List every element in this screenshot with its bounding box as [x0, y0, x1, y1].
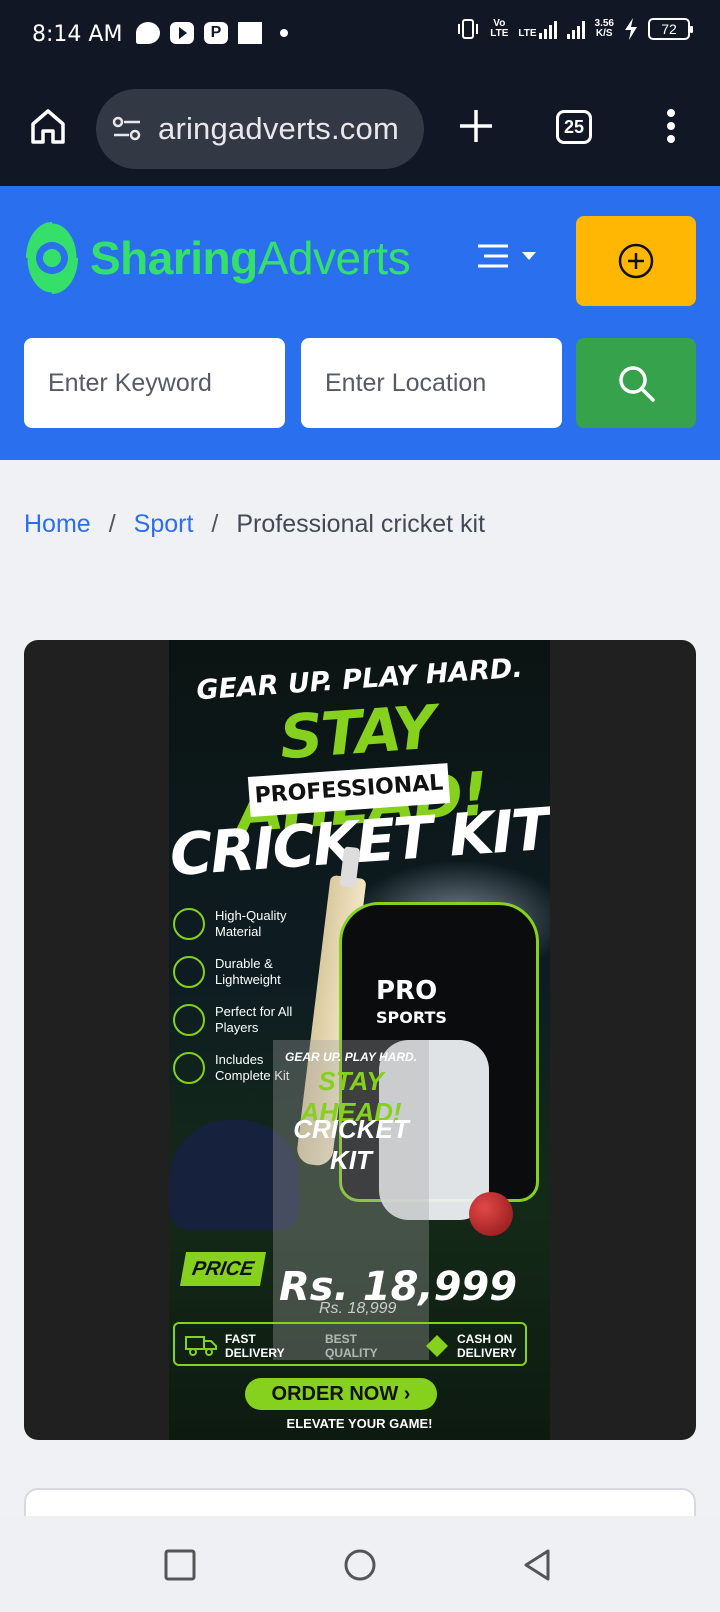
- square-notification-icon: [238, 22, 262, 44]
- players-icon: [173, 1004, 205, 1036]
- recent-apps-icon[interactable]: [163, 1548, 197, 1582]
- status-bar: 8:14 AM P Vo LTE LTE 3.56 K/S 72: [0, 0, 720, 72]
- durable-icon: [173, 956, 205, 988]
- poster-price: Rs. 18,999: [279, 1264, 518, 1310]
- best-quality-text: BEST QUALITY: [325, 1332, 378, 1360]
- chat-notification-icon: [136, 22, 160, 44]
- site-logo[interactable]: SharingAdverts: [24, 220, 411, 296]
- site-header: SharingAdverts: [0, 186, 720, 460]
- url-text: aringadverts.com: [158, 111, 399, 146]
- feature-item: Perfect for All Players: [173, 1004, 305, 1036]
- delivery-info-bar: FAST DELIVERY BEST QUALITY CASH ON DELIV…: [173, 1322, 527, 1366]
- browser-toolbar: aringadverts.com 25: [0, 72, 720, 186]
- signal-strength-icon: [566, 19, 585, 39]
- breadcrumb-separator: /: [211, 510, 219, 538]
- more-options-icon[interactable]: [664, 108, 678, 144]
- feature-item: High-Quality Material: [173, 908, 305, 940]
- system-status: Vo LTE LTE 3.56 K/S 72: [456, 18, 693, 40]
- breadcrumb-sport-link[interactable]: Sport: [134, 510, 194, 539]
- product-image-card[interactable]: GEAR UP. PLAY HARD. STAY AHEAD! PROFESSI…: [24, 640, 696, 1440]
- site-settings-icon[interactable]: [112, 115, 142, 143]
- poster-tagline: ELEVATE YOUR GAME!: [286, 1416, 433, 1431]
- new-tab-icon[interactable]: [456, 106, 496, 146]
- feature-item: Durable & Lightweight: [173, 956, 305, 988]
- fast-delivery-text: FAST DELIVERY: [225, 1332, 285, 1360]
- battery-icon: 72: [648, 18, 693, 40]
- breadcrumb-current: Professional cricket kit: [236, 510, 486, 538]
- back-icon[interactable]: [520, 1548, 554, 1582]
- keyword-input[interactable]: [24, 338, 285, 428]
- cash-icon: [426, 1335, 448, 1357]
- system-navigation-bar: [0, 1516, 720, 1612]
- post-ad-button[interactable]: [576, 216, 696, 306]
- lte-signal: LTE: [518, 19, 557, 39]
- poster-price-small: Rs. 18,999: [319, 1300, 397, 1317]
- status-time: 8:14 AM: [32, 22, 123, 47]
- address-bar[interactable]: aringadverts.com: [96, 89, 424, 169]
- location-input[interactable]: [301, 338, 562, 428]
- network-speed: 3.56 K/S: [594, 18, 614, 39]
- app-notification-icon: P: [204, 22, 228, 44]
- home-button-icon[interactable]: [343, 1548, 377, 1582]
- menu-toggle-icon[interactable]: [476, 242, 546, 272]
- charging-icon: [625, 18, 637, 40]
- more-notifications-dot-icon: [280, 29, 288, 37]
- poster-order-now-button: ORDER NOW ›: [245, 1378, 437, 1410]
- youtube-notification-icon: [170, 22, 194, 44]
- price-label: PRICE: [180, 1252, 266, 1286]
- cricket-ball-image: [469, 1192, 513, 1236]
- search-button[interactable]: [576, 338, 696, 428]
- quality-icon: [173, 908, 205, 940]
- volte-indicator: Vo LTE: [490, 18, 509, 39]
- plus-circle-icon: [618, 243, 654, 279]
- breadcrumb: Home / Sport / Professional cricket kit: [24, 510, 485, 539]
- home-icon[interactable]: [28, 106, 68, 146]
- kit-icon: [173, 1052, 205, 1084]
- logo-icon: [24, 220, 80, 296]
- product-poster-image: GEAR UP. PLAY HARD. STAY AHEAD! PROFESSI…: [169, 640, 550, 1440]
- cash-on-delivery-text: CASH ON DELIVERY: [457, 1332, 517, 1360]
- tab-switcher-button[interactable]: 25: [556, 110, 592, 144]
- logo-text: SharingAdverts: [90, 232, 411, 284]
- search-icon: [619, 366, 655, 402]
- vibrate-icon: [458, 19, 479, 39]
- breadcrumb-home-link[interactable]: Home: [24, 510, 91, 539]
- notification-icons: P: [136, 22, 288, 44]
- bag-brand-text: PRO SPORTS: [376, 976, 447, 1027]
- breadcrumb-separator: /: [108, 510, 116, 538]
- truck-icon: [185, 1336, 217, 1356]
